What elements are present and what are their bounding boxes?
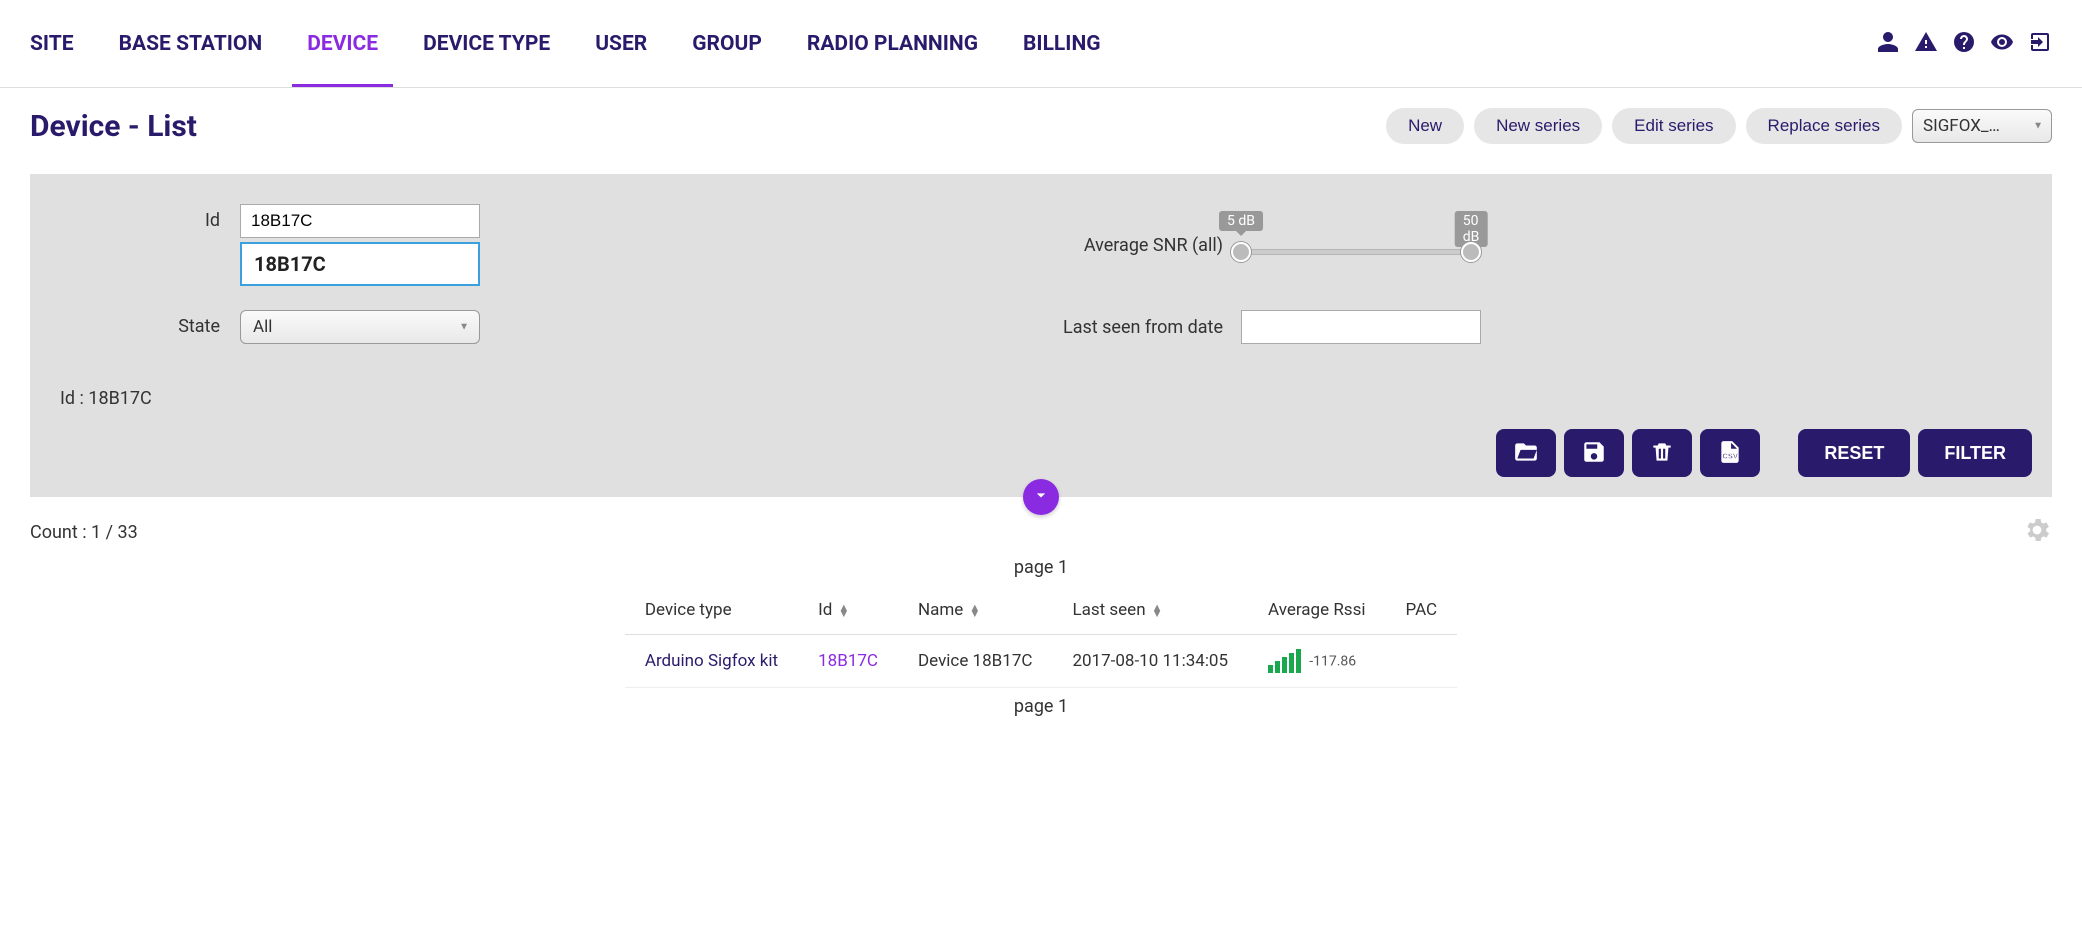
nav-site[interactable]: SITE xyxy=(30,2,74,86)
collapse-filter-button[interactable] xyxy=(1023,479,1059,515)
sort-icon: ▲▼ xyxy=(969,605,980,617)
delete-button[interactable] xyxy=(1632,429,1692,477)
col-name[interactable]: Name▲▼ xyxy=(898,586,1052,635)
lastseen-input[interactable] xyxy=(1241,310,1481,344)
nav-user[interactable]: USER xyxy=(595,2,647,86)
new-series-button[interactable]: New series xyxy=(1474,108,1602,144)
id-input[interactable] xyxy=(240,204,480,238)
filter-panel: Id 18B17C Average SNR (all) 5 dB 50 dB S… xyxy=(30,174,2052,497)
nav-device-type[interactable]: DEVICE TYPE xyxy=(423,2,550,86)
col-pac[interactable]: PAC xyxy=(1385,586,1457,635)
snr-label: Average SNR (all) xyxy=(1041,235,1241,256)
lastseen-label: Last seen from date xyxy=(1041,317,1241,338)
nav-icons xyxy=(1876,30,2052,58)
nav-device[interactable]: DEVICE xyxy=(307,2,378,86)
page-title: Device - List xyxy=(30,109,1376,144)
new-button[interactable]: New xyxy=(1386,108,1464,144)
trash-icon xyxy=(1649,439,1675,468)
group-dropdown[interactable]: SIGFOX_… xyxy=(1912,109,2052,143)
snr-min-tip: 5 dB xyxy=(1219,211,1263,231)
edit-series-button[interactable]: Edit series xyxy=(1612,108,1735,144)
snr-slider[interactable]: 5 dB 50 dB xyxy=(1241,249,1471,255)
save-icon xyxy=(1581,439,1607,468)
rssi-value: -117.86 xyxy=(1309,653,1356,669)
nav-group[interactable]: GROUP xyxy=(692,2,762,86)
folder-open-icon xyxy=(1513,439,1539,468)
col-id[interactable]: Id▲▼ xyxy=(798,586,898,635)
logout-icon[interactable] xyxy=(2028,30,2052,58)
col-device-type[interactable]: Device type xyxy=(625,586,798,635)
gear-icon xyxy=(2022,530,2052,549)
count-text: Count : 1 / 33 xyxy=(30,522,2022,543)
filter-button[interactable]: FILTER xyxy=(1918,429,2032,477)
state-label: State xyxy=(50,310,240,337)
snr-slider-min-handle[interactable] xyxy=(1231,242,1251,262)
col-last-seen[interactable]: Last seen▲▼ xyxy=(1052,586,1248,635)
id-autocomplete-item[interactable]: 18B17C xyxy=(240,242,480,286)
pager-bottom: page 1 xyxy=(30,688,2052,725)
save-button[interactable] xyxy=(1564,429,1624,477)
alert-icon[interactable] xyxy=(1914,30,1938,58)
cell-name: Device 18B17C xyxy=(898,635,1052,688)
nav-billing[interactable]: BILLING xyxy=(1023,2,1101,86)
results-table-wrap: page 1 Device type Id▲▼ Name▲▼ Last seen… xyxy=(0,549,2082,745)
cell-id[interactable]: 18B17C xyxy=(798,635,898,688)
results-table: Device type Id▲▼ Name▲▼ Last seen▲▼ Aver… xyxy=(625,586,1457,688)
state-dropdown[interactable]: All xyxy=(240,310,480,344)
nav-items: SITE BASE STATION DEVICE DEVICE TYPE USE… xyxy=(30,2,1876,86)
signal-bars-icon xyxy=(1268,649,1301,673)
export-csv-button[interactable]: CSV xyxy=(1700,429,1760,477)
filter-status-text: Id : 18B17C xyxy=(50,368,2032,419)
eye-icon[interactable] xyxy=(1990,30,2014,58)
svg-text:CSV: CSV xyxy=(1723,451,1739,460)
cell-last-seen: 2017-08-10 11:34:05 xyxy=(1052,635,1248,688)
sort-icon: ▲▼ xyxy=(838,605,849,617)
snr-slider-max-handle[interactable] xyxy=(1461,242,1481,262)
nav-radio-planning[interactable]: RADIO PLANNING xyxy=(807,2,978,86)
page-header: Device - List New New series Edit series… xyxy=(0,88,2082,164)
sort-icon: ▲▼ xyxy=(1152,605,1163,617)
col-avg-rssi[interactable]: Average Rssi xyxy=(1248,586,1385,635)
cell-avg-rssi: -117.86 xyxy=(1248,635,1385,688)
nav-base-station[interactable]: BASE STATION xyxy=(119,2,263,86)
table-settings-button[interactable] xyxy=(2022,515,2052,549)
replace-series-button[interactable]: Replace series xyxy=(1746,108,1902,144)
reset-button[interactable]: RESET xyxy=(1798,429,1910,477)
id-label: Id xyxy=(50,204,240,231)
top-nav: SITE BASE STATION DEVICE DEVICE TYPE USE… xyxy=(0,0,2082,88)
cell-pac xyxy=(1385,635,1457,688)
user-icon[interactable] xyxy=(1876,30,1900,58)
chevron-down-icon xyxy=(1031,485,1051,509)
cell-device-type[interactable]: Arduino Sigfox kit xyxy=(625,635,798,688)
help-icon[interactable] xyxy=(1952,30,1976,58)
table-row[interactable]: Arduino Sigfox kit 18B17C Device 18B17C … xyxy=(625,635,1457,688)
pager-top: page 1 xyxy=(30,549,2052,586)
csv-icon: CSV xyxy=(1717,439,1743,468)
folder-open-button[interactable] xyxy=(1496,429,1556,477)
